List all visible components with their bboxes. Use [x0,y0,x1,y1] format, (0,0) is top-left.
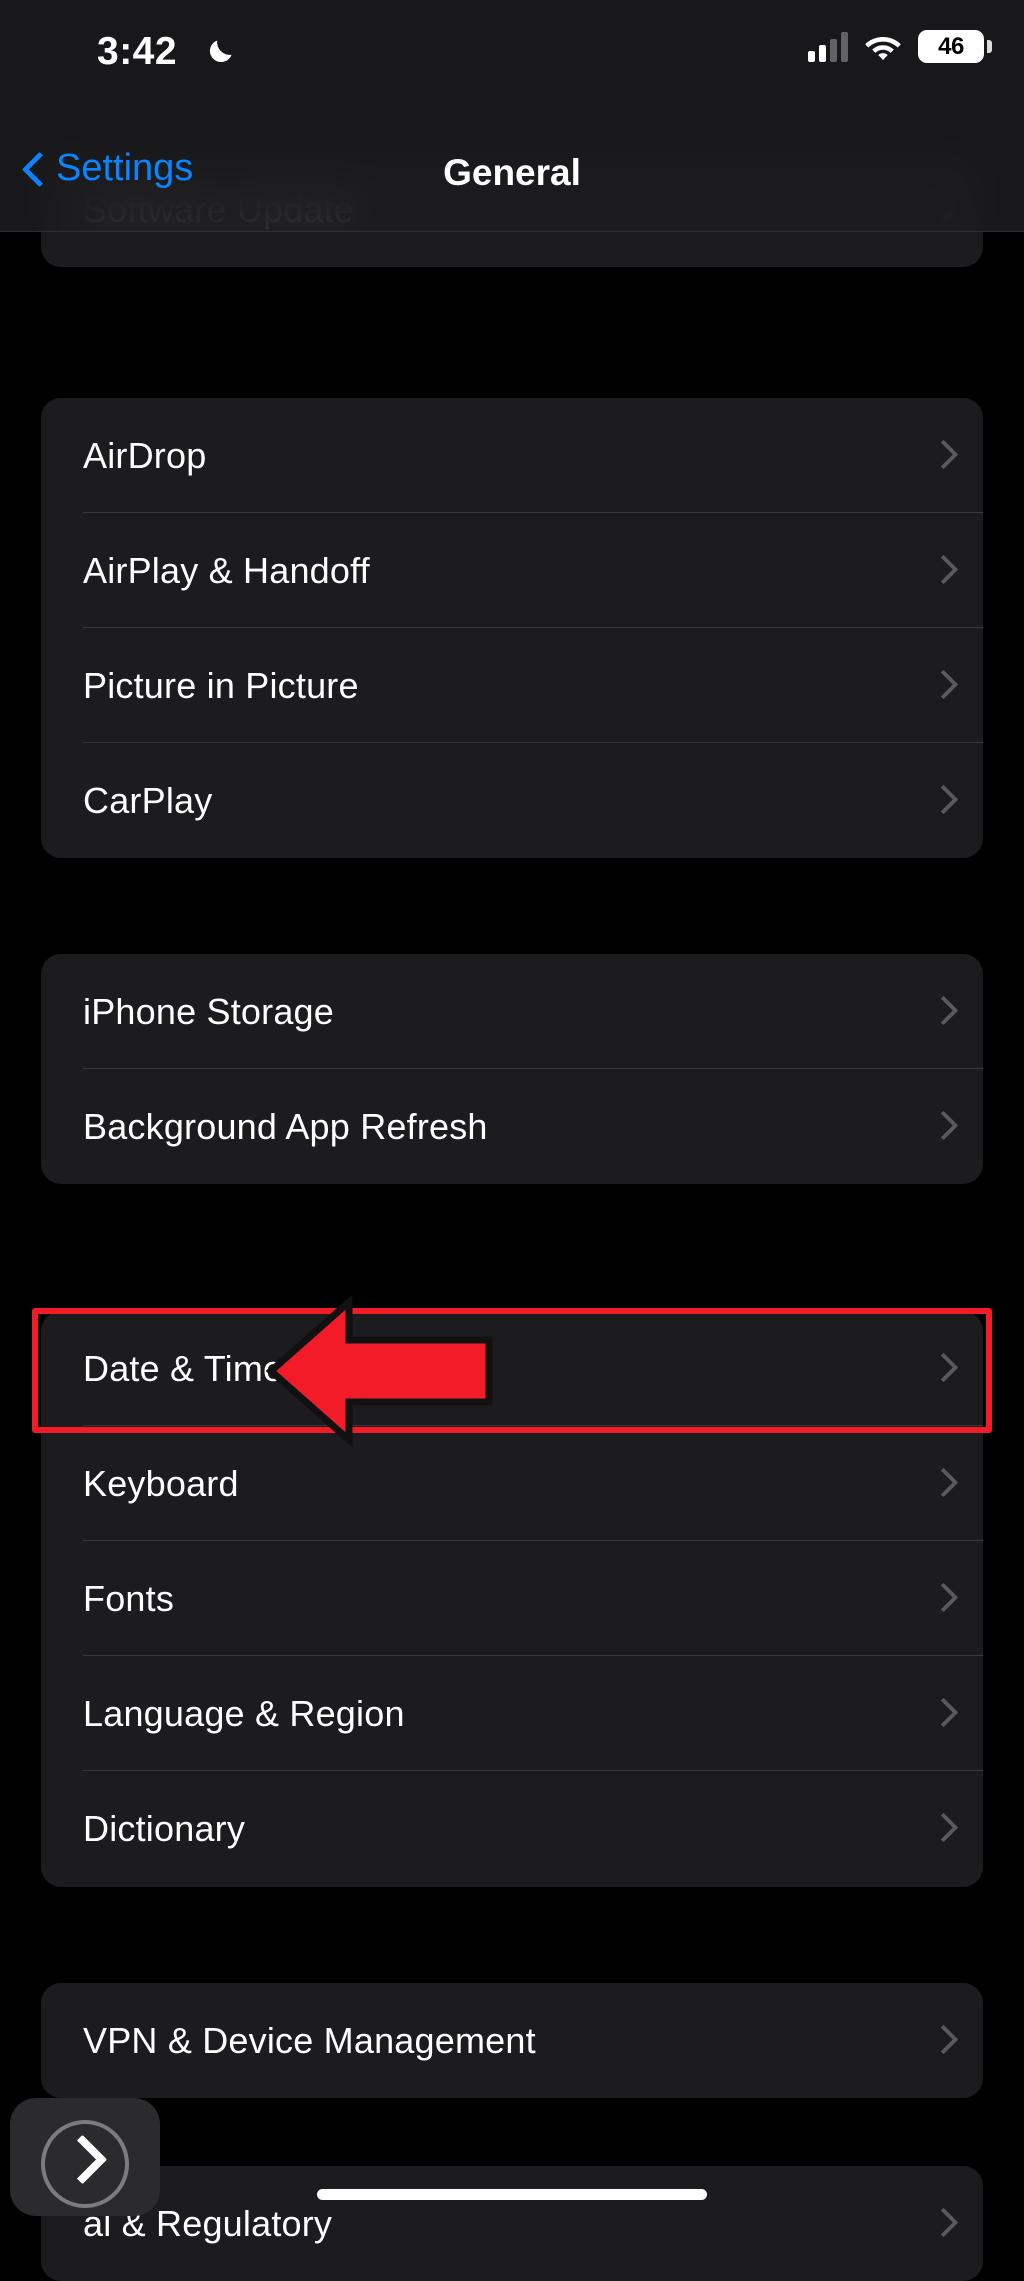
chevron-right-icon [931,1580,953,1618]
settings-row-legal-and-regulatory[interactable]: al & Regulatory [41,2166,983,2281]
settings-row-label: AirPlay & Handoff [83,549,370,591]
chevron-right-icon [931,667,953,705]
chevron-right-icon [931,1108,953,1146]
settings-row-label: CarPlay [83,779,213,821]
settings-row-background-app-refresh[interactable]: Background App Refresh [41,1069,983,1184]
settings-scroll-view[interactable]: Software Update AirDrop AirPlay & Handof… [0,0,1024,2281]
chevron-right-icon [931,993,953,1031]
chevron-right-icon [931,552,953,590]
settings-row-label: Picture in Picture [83,664,359,706]
chevron-right-icon [931,2205,953,2243]
chevron-right-icon [931,1350,953,1388]
settings-row-picture-in-picture[interactable]: Picture in Picture [41,628,983,743]
page-title: General [443,152,581,193]
chevron-right-icon [931,1465,953,1503]
settings-group-storage: iPhone Storage Background App Refresh [41,954,983,1184]
navigation-bar: Settings General [0,0,1024,232]
settings-row-label: AirDrop [83,434,207,476]
chevron-right-icon [931,1810,953,1848]
settings-group-connectivity: AirDrop AirPlay & Handoff Picture in Pic… [41,398,983,858]
home-indicator [317,2189,707,2200]
settings-row-date-and-time[interactable]: Date & Time [41,1311,983,1426]
chevron-right-icon [931,437,953,475]
chevron-right-icon [65,2139,99,2173]
chevron-right-icon [931,1695,953,1733]
settings-group-localization: Date & Time Keyboard Fonts Language & Re… [41,1311,983,1887]
settings-row-label: Date & Time [83,1347,284,1389]
chevron-right-icon [931,2022,953,2060]
settings-row-iphone-storage[interactable]: iPhone Storage [41,954,983,1069]
settings-group-management: VPN & Device Management [41,1983,983,2098]
settings-row-vpn-device-management[interactable]: VPN & Device Management [41,1983,983,2098]
floating-assistive-button[interactable] [10,2098,160,2216]
settings-row-label: Fonts [83,1577,175,1619]
settings-row-label: Language & Region [83,1692,405,1734]
chevron-right-icon [931,782,953,820]
settings-row-carplay[interactable]: CarPlay [41,743,983,858]
settings-row-fonts[interactable]: Fonts [41,1541,983,1656]
settings-row-language-and-region[interactable]: Language & Region [41,1656,983,1771]
settings-row-label: Keyboard [83,1462,239,1504]
settings-row-airdrop[interactable]: AirDrop [41,398,983,513]
settings-row-label: Dictionary [83,1807,246,1849]
settings-row-airplay-handoff[interactable]: AirPlay & Handoff [41,513,983,628]
settings-row-label: iPhone Storage [83,990,334,1032]
settings-group-legal: al & Regulatory [41,2166,983,2281]
settings-row-label: al & Regulatory [83,2202,333,2244]
settings-row-label: Background App Refresh [83,1105,488,1147]
settings-row-dictionary[interactable]: Dictionary [41,1771,983,1886]
settings-row-label: VPN & Device Management [83,2019,536,2061]
iphone-settings-screen: Software Update AirDrop AirPlay & Handof… [0,0,1024,2281]
settings-row-keyboard[interactable]: Keyboard [41,1426,983,1541]
